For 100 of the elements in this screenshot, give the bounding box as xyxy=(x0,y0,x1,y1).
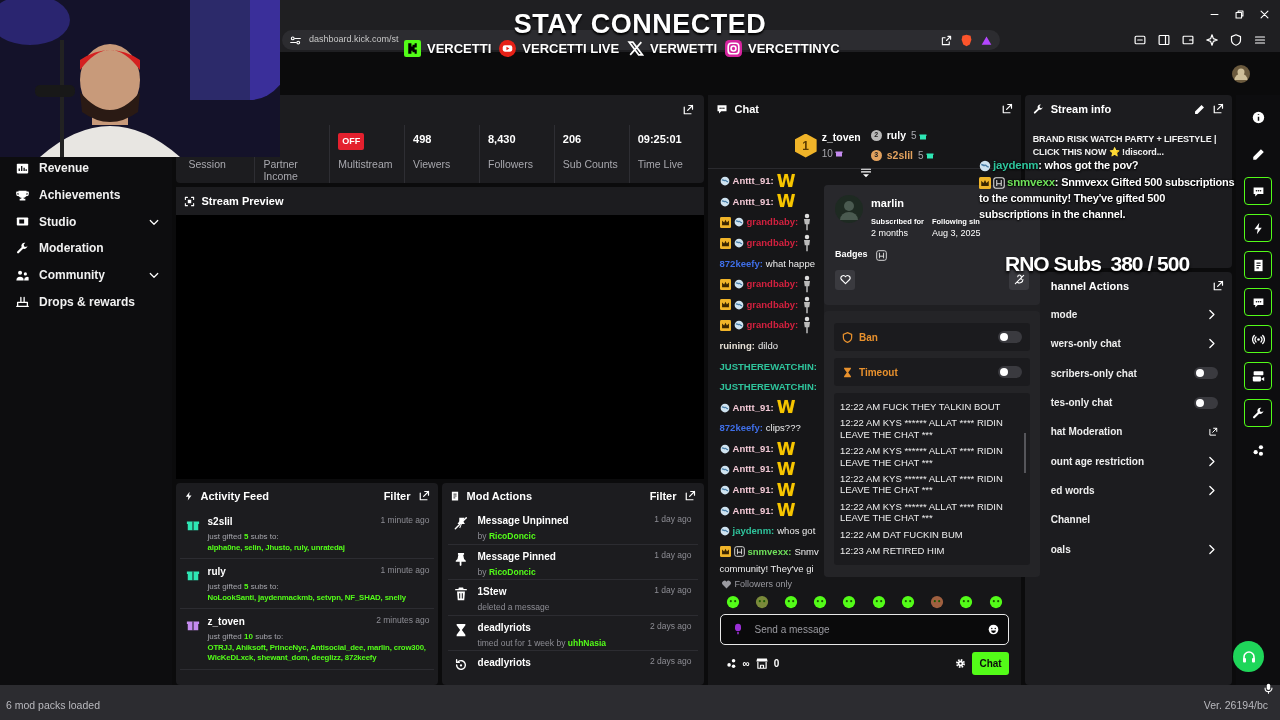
chat-username[interactable]: grandbaby: xyxy=(746,297,799,312)
chat-username[interactable]: grandbaby: xyxy=(746,318,799,333)
toggle-switch[interactable] xyxy=(998,366,1022,378)
site-settings-icon xyxy=(290,34,301,46)
settings-icon[interactable] xyxy=(955,657,967,669)
log-message: 12:22 AM KYS ****** ALLAT **** RIDIN LEAVE THE CHAT *** xyxy=(840,500,1004,524)
filter-link[interactable]: Filter xyxy=(649,487,677,505)
sidebar-item[interactable]: Moderation xyxy=(0,235,172,262)
microphone-icon[interactable] xyxy=(1263,683,1274,694)
chat-username[interactable]: snmvexx: xyxy=(747,544,792,560)
sidebar-icon[interactable] xyxy=(1158,34,1170,46)
chat-username[interactable]: JUSTHEREWATCHIN: xyxy=(719,359,817,374)
chat-button[interactable]: Chat xyxy=(972,651,1009,675)
collapse-icon[interactable] xyxy=(859,167,872,179)
toggle-switch[interactable] xyxy=(1194,367,1219,380)
username[interactable]: ruly xyxy=(207,564,226,580)
tab-icon[interactable] xyxy=(1134,34,1146,46)
emote-icon[interactable] xyxy=(988,594,1003,609)
rail-button[interactable] xyxy=(1244,325,1273,353)
toggle-switch[interactable] xyxy=(1194,396,1219,409)
toggle-switch[interactable] xyxy=(998,331,1022,343)
username[interactable]: z_toven xyxy=(207,614,245,630)
channel-action-item[interactable]: oals xyxy=(1042,534,1233,564)
chat-username[interactable]: jaydenm: xyxy=(732,524,775,539)
channel-action-item[interactable]: wers-only chat xyxy=(1042,329,1233,359)
sidebar-item[interactable]: Studio xyxy=(0,208,172,236)
rail-button[interactable] xyxy=(1244,288,1273,316)
username-link[interactable]: uhhNasia xyxy=(567,637,607,648)
leaderboard-user[interactable]: z_toven xyxy=(821,130,861,146)
chat-username[interactable]: Anttt_91: xyxy=(732,483,774,498)
username[interactable]: s2slil xyxy=(207,514,233,529)
chat-username[interactable]: grandbaby: xyxy=(746,215,799,230)
leaderboard-user[interactable]: s2slil xyxy=(886,147,913,164)
rail-button[interactable] xyxy=(1244,362,1273,390)
rail-button[interactable] xyxy=(1244,177,1273,205)
external-link-icon[interactable] xyxy=(1000,103,1013,115)
pencil-icon[interactable] xyxy=(1194,103,1206,115)
lightning-icon xyxy=(183,491,194,501)
sidebar-item[interactable]: Achievements xyxy=(0,181,172,209)
external-link-icon[interactable] xyxy=(681,103,694,116)
external-link-icon[interactable] xyxy=(1212,280,1225,292)
emote-icon[interactable] xyxy=(959,594,974,609)
external-link-icon[interactable] xyxy=(1212,103,1225,115)
wallet-icon[interactable] xyxy=(1182,34,1194,46)
sidebar-item[interactable]: Revenue xyxy=(0,155,172,182)
chat-username[interactable]: Anttt_91: xyxy=(732,462,774,477)
close-icon[interactable] xyxy=(1259,8,1270,20)
emote-icon[interactable] xyxy=(900,594,915,609)
chat-username[interactable]: grandbaby: xyxy=(746,277,799,292)
username-link[interactable]: RicoDoncic xyxy=(488,531,536,541)
chat-username[interactable]: 872keefy: xyxy=(719,421,763,436)
hourglass-icon xyxy=(842,366,853,378)
rail-button[interactable] xyxy=(1244,214,1273,242)
action-label: Ban xyxy=(859,330,879,345)
channel-action-item[interactable]: hat Moderation xyxy=(1042,417,1233,447)
sidebar-item[interactable]: Community xyxy=(0,261,172,289)
gift-count: 5 xyxy=(918,148,924,163)
external-link-icon[interactable] xyxy=(417,490,430,502)
menu-icon[interactable] xyxy=(1254,34,1266,46)
emoji-icon[interactable] xyxy=(987,623,999,635)
username-link[interactable]: RicoDoncic xyxy=(488,566,536,577)
chat-username[interactable]: Anttt_91: xyxy=(732,441,774,457)
channel-action-item[interactable]: Channel xyxy=(1042,505,1233,535)
channel-action-item[interactable]: scribers-only chat xyxy=(1042,358,1233,388)
leaderboard-user[interactable]: ruly xyxy=(886,127,906,144)
sidebar-item[interactable]: Drops & rewards xyxy=(0,288,172,316)
rail-button[interactable] xyxy=(1244,399,1273,427)
chat-username[interactable]: ruining: xyxy=(719,338,755,354)
channel-action-item[interactable]: ed words xyxy=(1042,475,1233,506)
rail-button[interactable] xyxy=(1244,251,1273,279)
restore-icon[interactable] xyxy=(1234,8,1245,20)
sparkle-icon[interactable] xyxy=(1206,34,1218,46)
emote-icon[interactable] xyxy=(813,594,828,609)
avatar[interactable] xyxy=(1232,64,1250,83)
store-icon[interactable] xyxy=(755,657,768,669)
emote-icon[interactable] xyxy=(784,594,798,609)
external-link-icon[interactable] xyxy=(683,490,696,502)
emote-icon[interactable] xyxy=(842,594,857,609)
chat-username[interactable]: Anttt_91: xyxy=(732,503,774,518)
message-input[interactable]: Send a message xyxy=(719,613,1009,645)
channel-action-item[interactable]: mode xyxy=(1042,300,1233,330)
follow-button[interactable] xyxy=(835,269,855,290)
emote-icon[interactable] xyxy=(725,594,740,609)
chat-username[interactable]: Anttt_91: xyxy=(732,194,774,209)
stat-value: 206 xyxy=(562,132,583,147)
chat-username[interactable]: 872keefy: xyxy=(719,256,763,271)
share-icon[interactable] xyxy=(941,34,952,46)
username-link[interactable]: snmvexx xyxy=(1007,175,1055,188)
log-message: 12:22 AM FUCK THEY TALKIN BOUT xyxy=(840,401,1002,413)
channel-action-item[interactable]: ount age restriction xyxy=(1042,446,1233,476)
chat-username[interactable]: Anttt_91: xyxy=(732,400,774,415)
filter-link[interactable]: Filter xyxy=(383,487,411,505)
dots-icon xyxy=(1251,443,1265,457)
emote-icon[interactable] xyxy=(871,594,886,609)
chat-username[interactable]: grandbaby: xyxy=(746,235,799,251)
chat-username[interactable]: Anttt_91: xyxy=(732,174,774,189)
channel-action-item[interactable]: tes-only chat xyxy=(1042,387,1233,418)
chat-username[interactable]: JUSTHEREWATCHIN: xyxy=(719,380,817,395)
timestamp: 1 day ago xyxy=(654,584,692,597)
shield-icon[interactable] xyxy=(1230,34,1242,46)
